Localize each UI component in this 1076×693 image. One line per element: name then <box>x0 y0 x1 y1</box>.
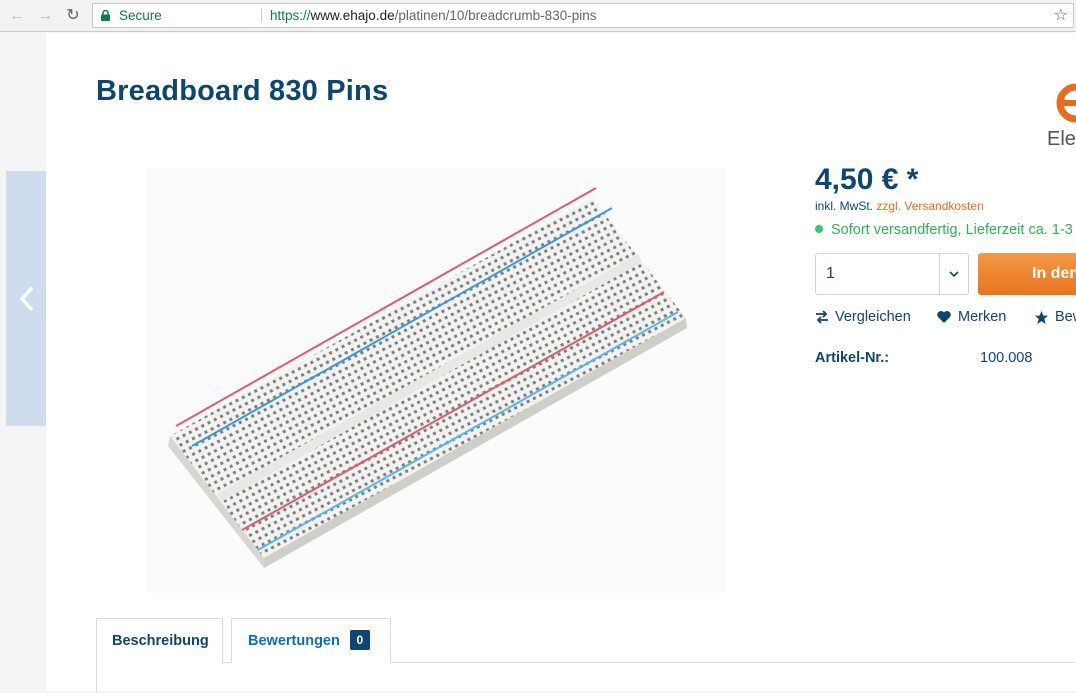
tax-text: inkl. MwSt. <box>815 199 874 213</box>
product-image[interactable] <box>146 168 726 593</box>
chevron-down-icon <box>949 271 959 278</box>
url-scheme: https:// <box>270 8 311 23</box>
tab-content <box>96 663 1076 693</box>
lock-icon <box>101 10 110 21</box>
add-to-cart-button[interactable]: In den <box>978 253 1076 295</box>
reload-icon[interactable]: ↻ <box>62 5 84 27</box>
page-title: Breadboard 830 Pins <box>96 75 389 107</box>
product-price: 4,50 € * <box>815 163 919 196</box>
reviews-count-badge: 0 <box>349 630 370 650</box>
url-text: https://www.ehajo.de/platinen/10/breadcr… <box>270 4 596 27</box>
wishlist-label: Merken <box>958 309 1007 325</box>
compare-arrows-icon <box>816 310 828 324</box>
compare-button[interactable]: Vergleichen <box>815 309 911 325</box>
availability-dot-icon <box>815 225 823 233</box>
url-host: www.ehajo.de <box>310 8 395 23</box>
previous-product-button[interactable] <box>6 171 46 426</box>
compare-label: Vergleichen <box>835 309 911 325</box>
delivery-status: Sofort versandfertig, Lieferzeit ca. 1-3 <box>815 222 1073 238</box>
tab-reviews[interactable]: Bewertungen 0 <box>231 618 391 663</box>
delivery-text: Sofort versandfertig, Lieferzeit ca. 1-3 <box>831 222 1073 238</box>
article-number-value: 100.008 <box>980 350 1033 366</box>
brand-logo-text: Ele <box>1047 128 1076 150</box>
omnibox-separator <box>261 8 262 23</box>
address-bar[interactable]: Secure https://www.ehajo.de/platinen/10/… <box>92 3 1074 28</box>
star-icon <box>1034 310 1049 324</box>
forward-arrow-icon[interactable]: → <box>34 5 56 27</box>
bookmark-star-icon[interactable]: ☆ <box>1054 4 1068 27</box>
rate-button[interactable]: Bew <box>1034 309 1076 325</box>
browser-toolbar: ← → ↻ Secure https://www.ehajo.de/platin… <box>0 0 1076 32</box>
url-path: /platinen/10/breadcrumb-830-pins <box>394 8 597 23</box>
wishlist-button[interactable]: Merken <box>936 309 1006 325</box>
quantity-select[interactable]: 1 <box>815 253 969 295</box>
tab-description-label: Beschreibung <box>112 633 209 649</box>
brand-logo-icon[interactable] <box>1046 83 1076 123</box>
tax-info: inkl. MwSt. zzgl. Versandkosten <box>815 199 984 213</box>
quantity-value: 1 <box>826 265 835 282</box>
quantity-divider <box>939 254 940 294</box>
back-arrow-icon[interactable]: ← <box>6 5 28 27</box>
tab-reviews-label: Bewertungen <box>248 633 340 649</box>
heart-icon <box>937 311 951 323</box>
shipping-costs-link[interactable]: zzgl. Versandkosten <box>876 199 983 213</box>
article-number-label: Artikel-Nr.: <box>815 350 890 366</box>
secure-label: Secure <box>119 8 162 23</box>
tab-description[interactable]: Beschreibung <box>96 618 223 664</box>
product-page: Breadboard 830 Pins Ele 4,50 € * inkl. M… <box>46 33 1076 693</box>
chevron-left-icon <box>20 286 33 311</box>
rate-label: Bew <box>1055 309 1076 325</box>
